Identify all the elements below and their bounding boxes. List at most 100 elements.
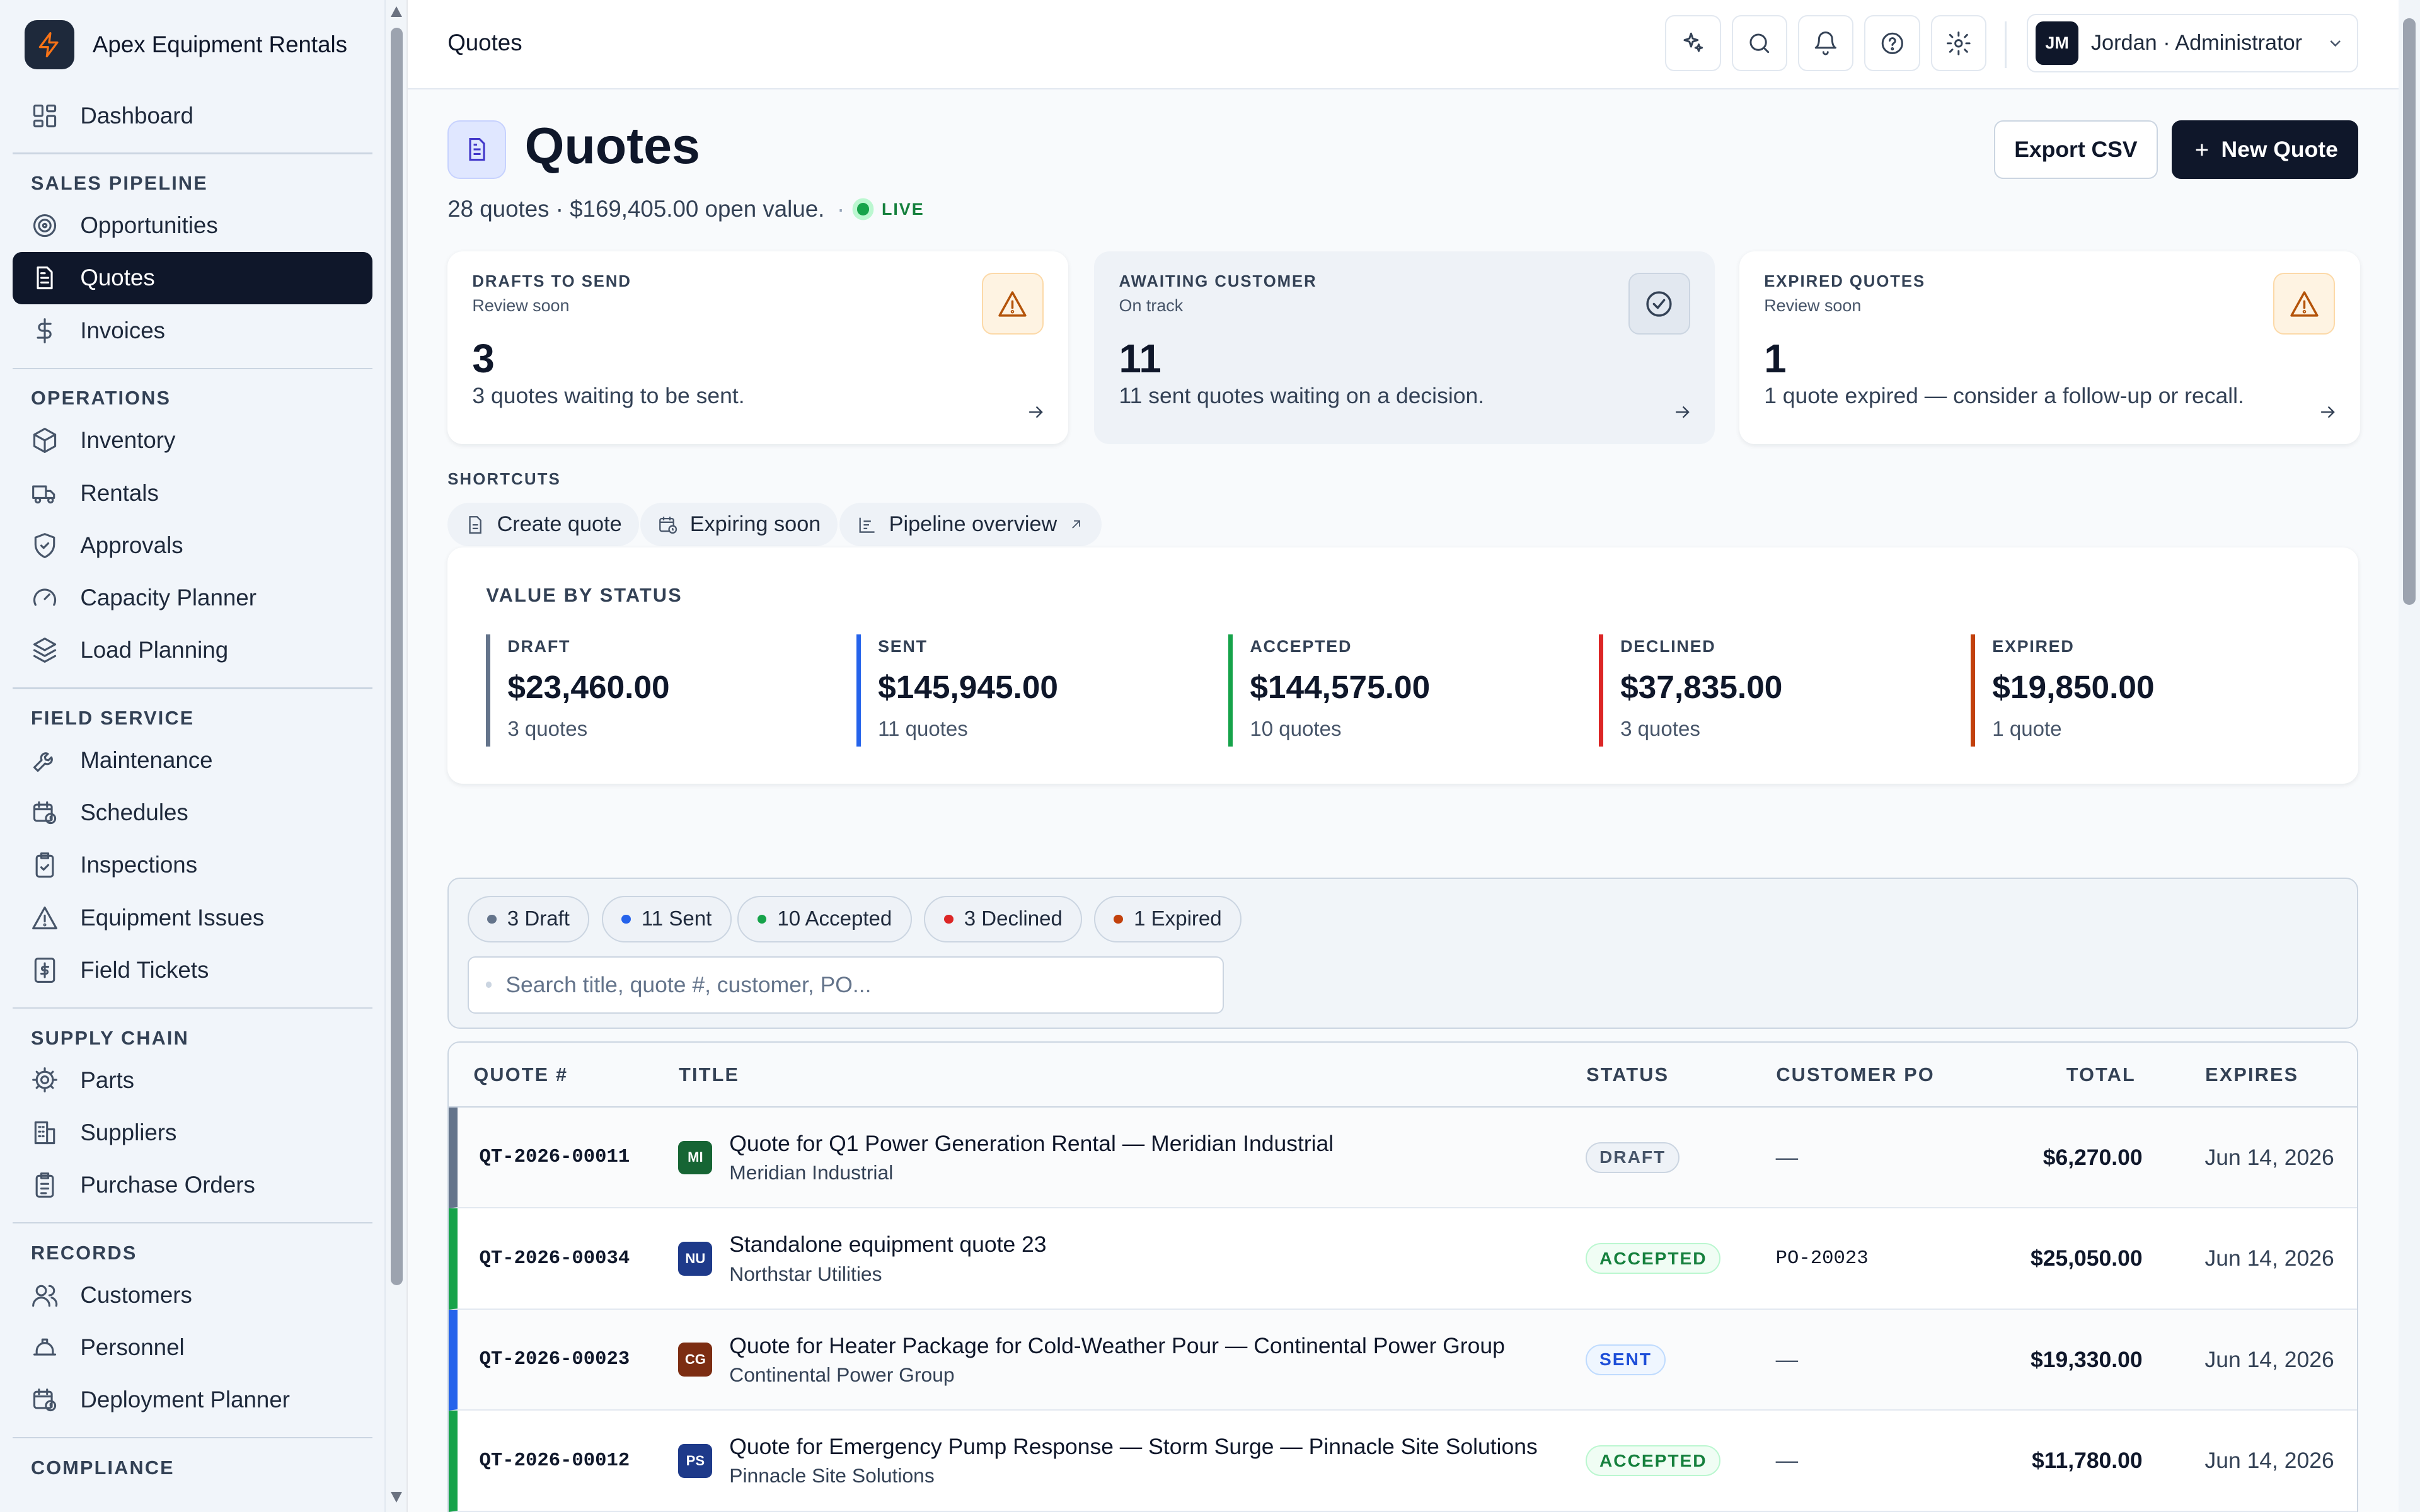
shortcut-expiring-soon[interactable]: Expiring soon [640,503,838,546]
column-header[interactable]: TOTAL [2066,1064,2136,1086]
sidebar-item-field-tickets[interactable]: Field Tickets [13,944,372,996]
building-icon [34,1121,55,1144]
table-row[interactable]: QT-2026-00011 MI Quote for Q1 Power Genera… [449,1107,2358,1209]
stat-count: 3 quotes [1620,718,1700,742]
table-row[interactable]: QT-2026-00034 NU Standalone equipment quot… [449,1208,2358,1310]
status-filter-pill[interactable]: 3 Draft [467,896,590,942]
sidebar-item-invoices[interactable]: Invoices [13,304,372,357]
sidebar-item-rentals[interactable]: Rentals [13,467,372,519]
document-icon [469,515,481,534]
shortcut-pipeline-overview[interactable]: Pipeline overview [839,503,1102,546]
table-row[interactable]: QT-2026-00012 PS Quote for Emergency Pump … [449,1411,2358,1512]
user-name: Jordan · Administrator [2090,31,2303,55]
warning-icon [32,906,57,929]
status-filter-pill[interactable]: 10 Accepted [737,896,912,942]
quote-title[interactable]: Quote for Emergency Pump Response — Stor… [729,1434,1538,1460]
sidebar-item-inventory[interactable]: Inventory [13,415,372,467]
export-csv-button[interactable]: Export CSV [1994,120,2158,180]
status-dot-icon [1114,914,1123,924]
column-header[interactable]: CUSTOMER PO [1776,1064,1935,1086]
sidebar-item-equipment-issues[interactable]: Equipment Issues [13,891,372,944]
status-filter-pill[interactable]: 3 Declined [924,896,1083,942]
sidebar-item-capacity-planner[interactable]: Capacity Planner [13,571,372,624]
sidebar-item-deployment-planner[interactable]: Deployment Planner [13,1373,372,1426]
clipboard-check-icon [35,852,54,878]
sidebar-scroll-thumb[interactable] [390,28,403,1285]
sidebar-item-customers[interactable]: Customers [13,1269,372,1321]
sidebar-divider [12,1222,372,1224]
users-icon [32,1285,58,1307]
status-cell: SENT [1586,1310,1666,1410]
warning-icon [2290,291,2319,317]
sidebar-item-label: Equipment Issues [80,904,265,931]
scroll-up-icon[interactable] [390,6,402,17]
sidebar-item-schedules[interactable]: Schedules [13,787,372,839]
sidebar-item-dashboard[interactable]: Dashboard [13,89,372,142]
status-dot-icon [757,914,767,924]
notifications-button[interactable] [1798,15,1854,71]
quote-title[interactable]: Standalone equipment quote 23 [729,1232,1046,1257]
page-subtitle: 28 quotes · $169,405.00 open value. · LI… [447,196,924,222]
help-button[interactable] [1864,15,1920,71]
receipt-icon [34,958,55,983]
kpi-label: DRAFTS TO SEND [472,273,631,291]
page-title: Quotes [524,118,700,175]
stat-value: $19,850.00 [1992,668,2155,705]
sidebar-item-approvals[interactable]: Approvals [13,519,372,571]
shortcut-create-quote[interactable]: Create quote [447,503,639,546]
sidebar-item-label: Inspections [80,852,198,878]
status-filter-pill[interactable]: 1 Expired [1093,896,1242,942]
kpi-hint: Review soon [472,295,570,315]
user-menu[interactable]: JM Jordan · Administrator [2026,14,2359,73]
table-row[interactable]: QT-2026-00023 CG Quote for Heater Package … [449,1309,2358,1411]
sidebar-item-quotes[interactable]: Quotes [12,251,372,305]
quote-number[interactable]: QT-2026-00023 [479,1310,630,1410]
status-stat: SENT $145,945.00 11 quotes [856,634,1196,747]
sidebar-item-label: Opportunities [80,212,218,239]
column-header[interactable]: QUOTE # [473,1064,568,1086]
value-by-status-title: VALUE BY STATUS [486,585,683,607]
sidebar-item-load-planning[interactable]: Load Planning [13,624,372,677]
kpi-card[interactable]: EXPIRED QUOTES Review soon 1 1 quote expire… [1739,251,2360,445]
sidebar-item-purchase-orders[interactable]: Purchase Orders [13,1159,372,1211]
search-icon [1749,33,1770,53]
column-header[interactable]: EXPIRES [2205,1064,2298,1086]
quote-number[interactable]: QT-2026-00034 [479,1208,630,1309]
settings-button[interactable] [1930,15,1986,71]
status-stat: ACCEPTED $144,575.00 10 quotes [1228,634,1568,747]
sidebar-scrollbar[interactable] [386,0,408,1512]
grid-icon [33,104,57,127]
page-scroll-thumb[interactable] [2403,18,2416,605]
new-quote-button[interactable]: New Quote [2171,120,2359,180]
sidebar-item-maintenance[interactable]: Maintenance [13,734,372,786]
stat-label: EXPIRED [1992,637,2075,656]
top-bar: Quotes JM Jordan · Administrator [407,0,2399,90]
stat-label: SENT [878,637,928,656]
search-button[interactable] [1731,15,1787,71]
sidebar-item-label: Load Planning [80,637,229,663]
sidebar-item-parts[interactable]: Parts [13,1054,372,1106]
search-input[interactable]: Search title, quote #, customer, PO... [467,956,1224,1014]
kpi-card[interactable]: DRAFTS TO SEND Review soon 3 3 quotes waiti… [447,251,1068,445]
brand[interactable]: Apex Equipment Rentals [0,0,384,89]
quote-number[interactable]: QT-2026-00011 [479,1108,630,1208]
status-stat: EXPIRED $19,850.00 1 quote [1971,634,2310,747]
status-cell: ACCEPTED [1586,1411,1721,1511]
sidebar-item-inspections[interactable]: Inspections [13,839,372,891]
sidebar-item-opportunities[interactable]: Opportunities [13,200,372,252]
page-scrollbar[interactable] [2398,0,2420,1512]
column-header[interactable]: TITLE [679,1064,739,1086]
kpi-badge [1628,273,1690,335]
ai-sparkle-button[interactable] [1665,15,1721,71]
quote-title[interactable]: Quote for Heater Package for Cold-Weathe… [729,1333,1505,1359]
kpi-card[interactable]: AWAITING CUSTOMER On track 11 11 sent quote… [1094,251,1715,445]
status-filter-pill[interactable]: 11 Sent [601,896,732,942]
column-header[interactable]: STATUS [1586,1064,1669,1086]
quote-number[interactable]: QT-2026-00012 [479,1411,630,1511]
sidebar-item-label: Suppliers [80,1119,177,1145]
scroll-down-icon[interactable] [390,1492,402,1503]
sidebar-item-suppliers[interactable]: Suppliers [13,1106,372,1159]
clipboard-list-icon [35,1172,54,1198]
sidebar-item-personnel[interactable]: Personnel [13,1321,372,1373]
quote-title[interactable]: Quote for Q1 Power Generation Rental — M… [729,1131,1334,1157]
